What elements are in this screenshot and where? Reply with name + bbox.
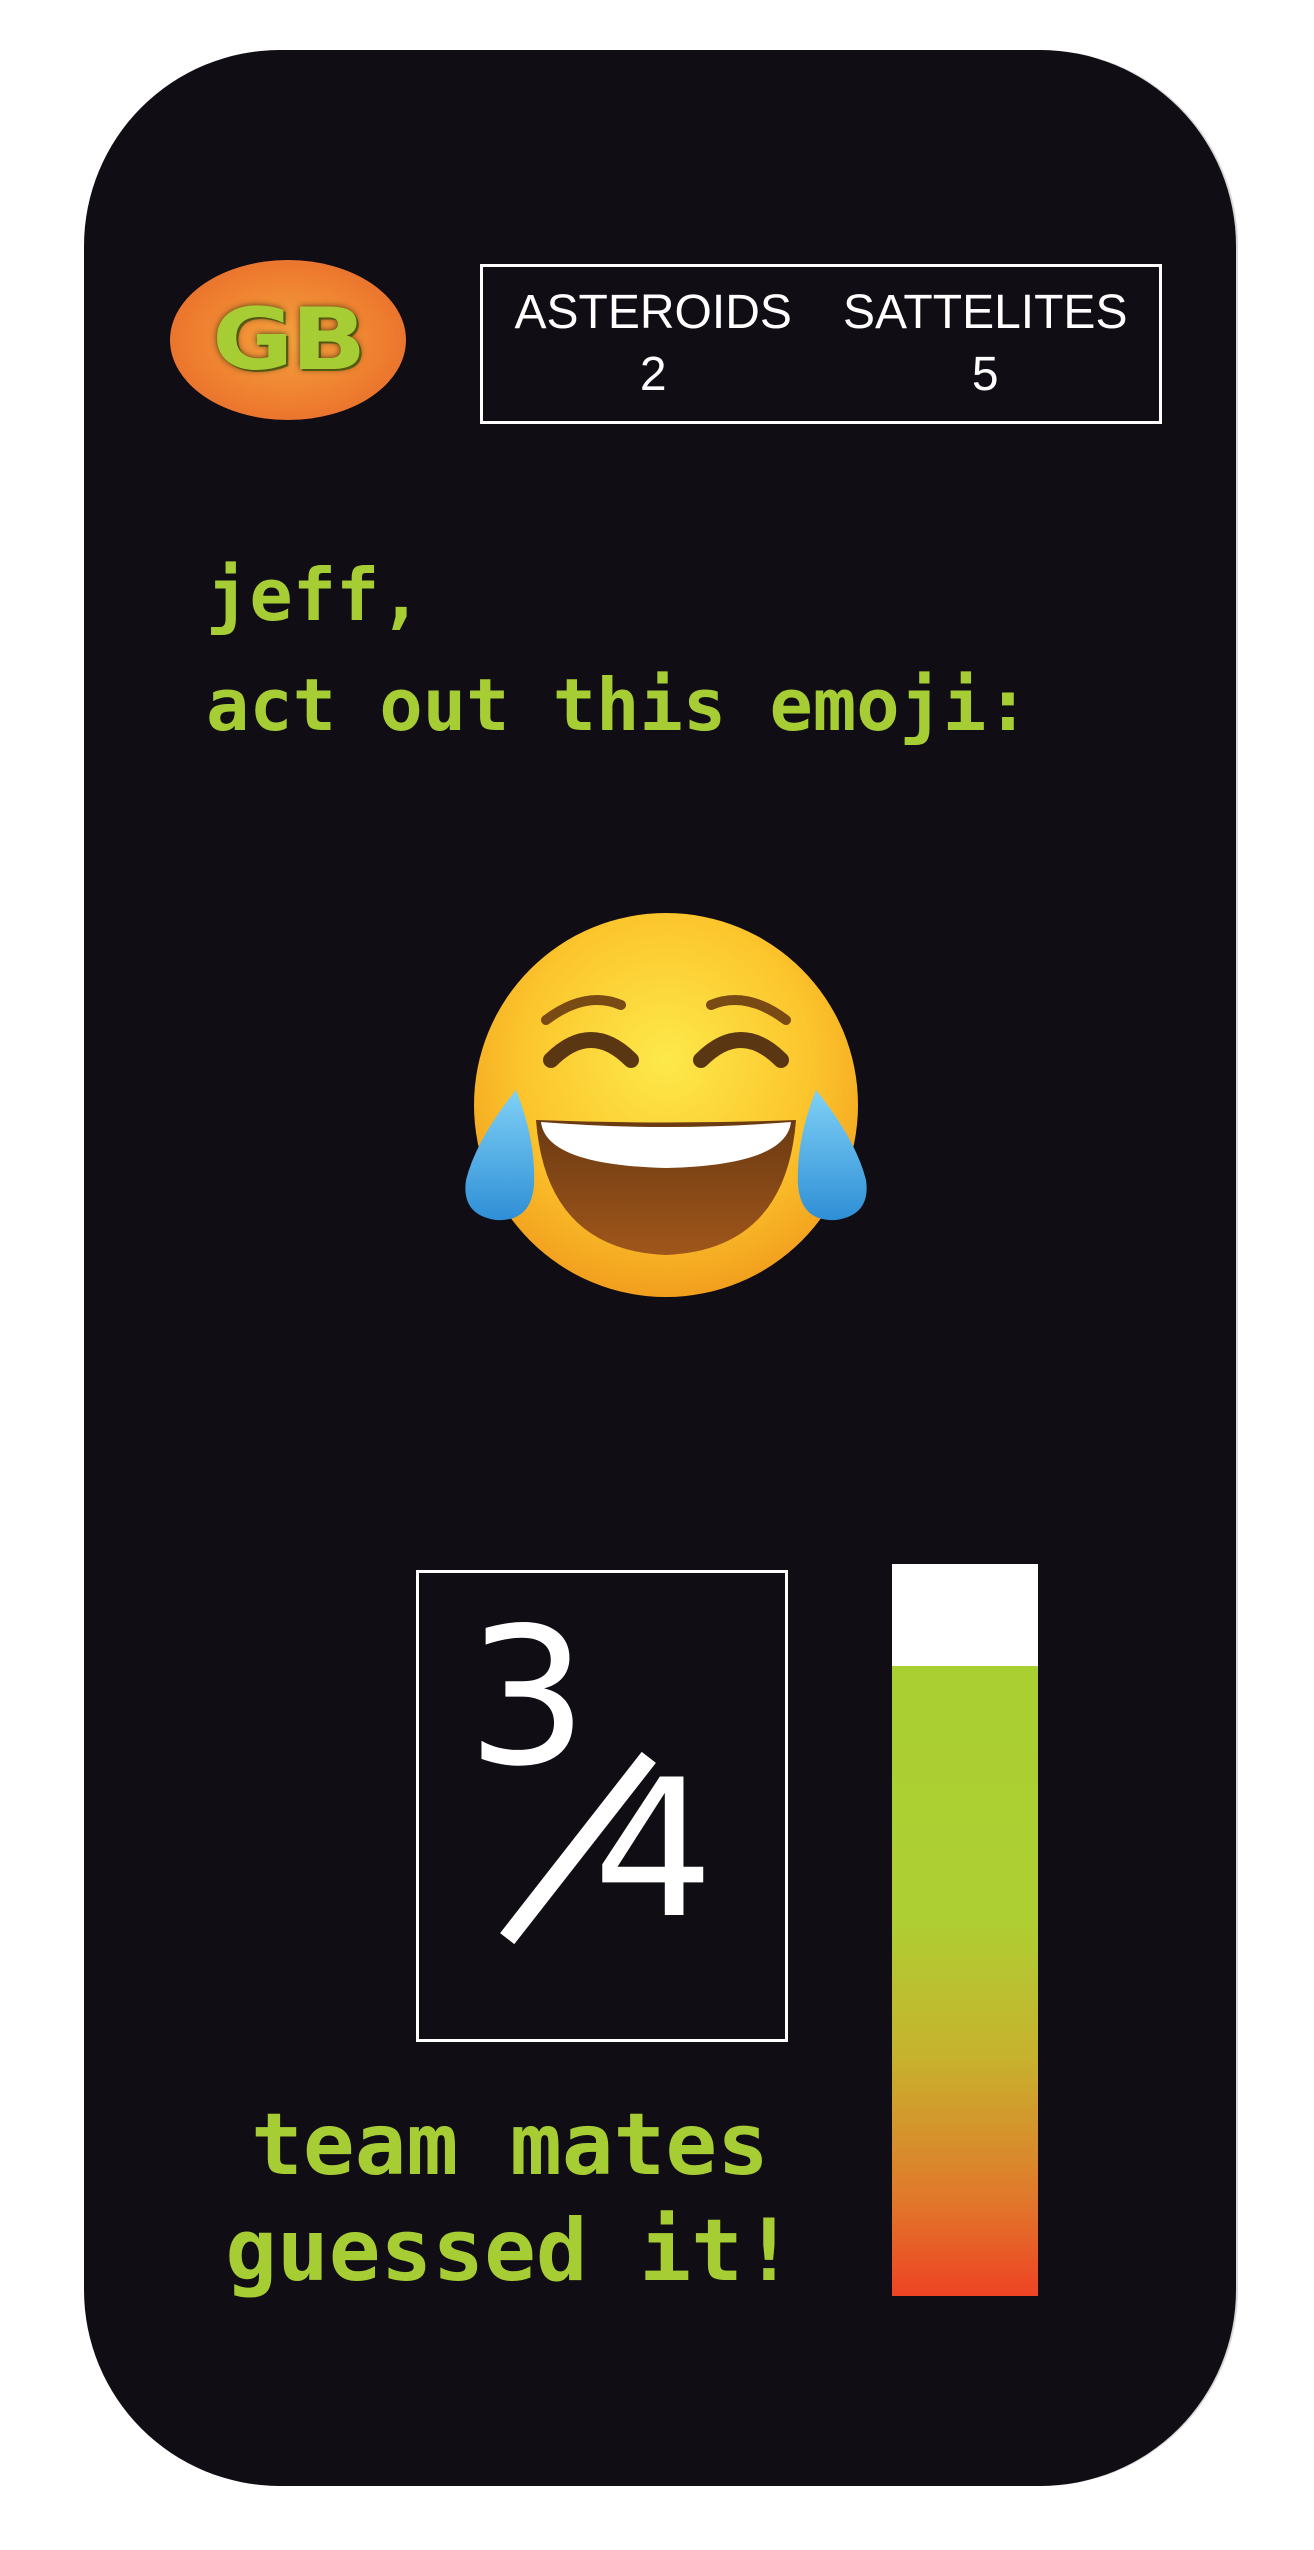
logo-text: GB — [212, 290, 366, 390]
score-asteroids: ASTEROIDS 2 — [515, 282, 792, 406]
prompt-text: jeff, act out this emoji: — [206, 540, 1030, 760]
score-satellites: SATTELITES 5 — [843, 282, 1128, 406]
score-label-asteroids: ASTEROIDS — [514, 286, 792, 339]
gb-logo: GB — [170, 260, 406, 420]
prompt-instruction: act out this emoji: — [206, 663, 1030, 747]
progress-meter-fill — [892, 1666, 1038, 2296]
caption-line-2: guessed it! — [225, 2201, 795, 2301]
face-with-tears-of-joy-icon — [465, 913, 867, 1297]
score-value-asteroids: 2 — [639, 348, 667, 401]
progress-meter — [892, 1564, 1038, 2296]
score-label-satellites: SATTELITES — [842, 286, 1128, 339]
guess-count-denominator: 4 — [593, 1739, 714, 1960]
caption-line-1: team mates — [251, 2095, 769, 2195]
prompt-player-name: jeff, — [206, 553, 423, 637]
guess-count-box: 3 4 — [416, 1570, 788, 2042]
score-value-satellites: 5 — [971, 348, 999, 401]
scoreboard: ASTEROIDS 2 SATTELITES 5 — [480, 264, 1162, 424]
page: GB ASTEROIDS 2 SATTELITES 5 jeff, act ou… — [0, 0, 1314, 2550]
guess-count-numerator: 3 — [467, 1587, 588, 1808]
result-caption: team mates guessed it! — [200, 2092, 820, 2304]
